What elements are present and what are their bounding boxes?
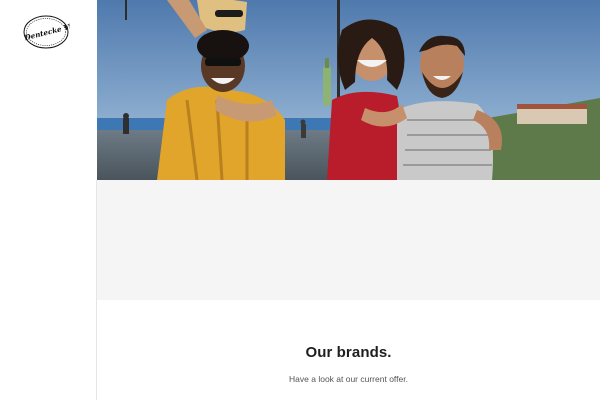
hero-image	[97, 0, 600, 180]
brands-title: Our brands.	[305, 344, 392, 361]
logo-badge-icon: La Dentecke Vita	[22, 15, 70, 49]
hero-photo	[97, 0, 600, 180]
gray-band	[97, 180, 600, 300]
logo[interactable]: La Dentecke Vita	[22, 14, 70, 50]
brands-subtitle: Have a look at our current offer.	[289, 374, 408, 384]
logo-text: La Dentecke Vita	[22, 20, 70, 46]
brands-section: Our brands. Have a look at our current o…	[97, 300, 600, 400]
sidebar: La Dentecke Vita	[0, 0, 97, 400]
main-content: Our brands. Have a look at our current o…	[97, 0, 600, 400]
